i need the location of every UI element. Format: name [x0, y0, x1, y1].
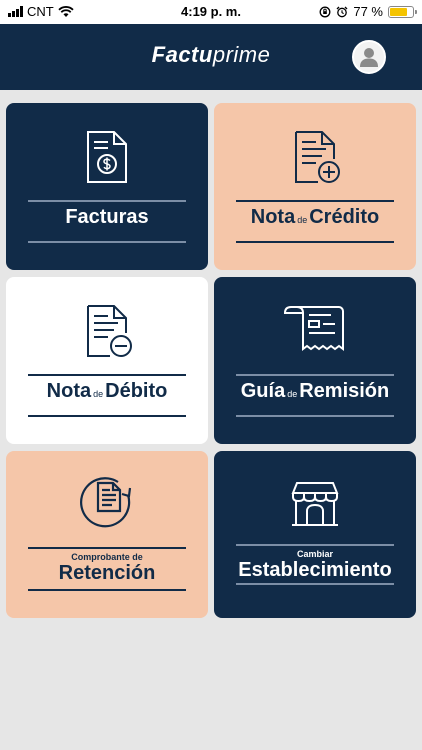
tile-divider-top	[28, 374, 186, 376]
app-header: Factuprime	[0, 24, 422, 90]
alarm-icon	[336, 6, 348, 17]
credito-word: Crédito	[309, 206, 380, 228]
tile-divider-bottom	[236, 415, 394, 417]
tile-divider-top	[28, 200, 186, 202]
document-plus-icon	[295, 131, 340, 183]
user-icon	[360, 48, 378, 67]
battery-fill	[390, 7, 407, 16]
cambiar-label: Cambiar	[296, 549, 333, 559]
nota-credito-tile[interactable]: Nota de Crédito	[214, 103, 416, 270]
logo-light-text: prime	[212, 42, 271, 67]
de-word: de	[297, 215, 308, 225]
storefront-icon	[291, 482, 339, 526]
battery-icon	[388, 5, 417, 18]
guia-remision-label: Guía de Remisión	[214, 380, 416, 403]
logo-bold-text: Factu	[151, 42, 213, 67]
tile-divider-bottom	[28, 241, 186, 243]
user-avatar-button[interactable]	[352, 40, 386, 74]
tile-divider-bottom	[28, 415, 186, 417]
guia-remision-tile[interactable]: Guía de Remisión	[214, 277, 416, 444]
battery-percentage: 77 %	[353, 4, 383, 19]
de-word: de	[93, 389, 104, 399]
comprobante-label: Comprobante de	[71, 552, 143, 562]
tile-divider-bottom	[236, 241, 394, 243]
establecimiento-label: Establecimiento	[238, 559, 392, 581]
receipt-icon	[283, 306, 344, 351]
guia-word: Guía	[240, 380, 286, 402]
invoice-dollar-icon	[87, 131, 127, 183]
debito-word: Débito	[105, 380, 168, 402]
tile-divider-top	[28, 547, 186, 549]
nota-credito-label: Nota de Crédito	[214, 206, 416, 229]
tile-divider-bottom	[28, 589, 186, 591]
remision-word: Remisión	[299, 380, 390, 402]
retencion-label: Retención	[58, 562, 156, 584]
facturas-label: Facturas	[65, 206, 149, 228]
tile-divider-bottom	[236, 583, 394, 585]
nota-word: Nota	[46, 380, 92, 402]
tile-divider-top	[236, 374, 394, 376]
status-bar: CNT 4:19 p. m. 77 %	[0, 0, 422, 24]
nota-word: Nota	[250, 206, 296, 228]
document-minus-icon	[87, 305, 132, 357]
retencion-tile[interactable]: Comprobante de Retención	[6, 451, 208, 618]
tile-divider-top	[236, 544, 394, 546]
tile-divider-top	[236, 200, 394, 202]
nota-debito-tile[interactable]: Nota de Débito	[6, 277, 208, 444]
facturas-tile[interactable]: Facturas	[6, 103, 208, 270]
status-right: 77 %	[319, 4, 417, 19]
document-refresh-icon	[80, 477, 132, 528]
establecimiento-tile[interactable]: Cambiar Establecimiento	[214, 451, 416, 618]
de-word: de	[287, 389, 298, 399]
rotation-lock-icon	[319, 6, 331, 17]
nota-debito-label: Nota de Débito	[6, 380, 208, 403]
